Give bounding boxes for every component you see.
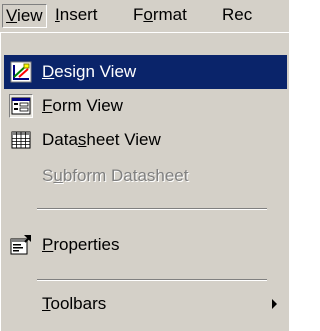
- submenu-arrow-icon: [272, 299, 277, 309]
- datasheet-view-label: Datasheet View: [42, 130, 161, 149]
- properties-label: Properties: [42, 235, 120, 254]
- datasheet-view-icon: [9, 128, 33, 152]
- menu-view[interactable]: View: [2, 4, 47, 28]
- design-view-icon: [9, 60, 33, 84]
- menu-insert[interactable]: Insert: [55, 4, 98, 28]
- menu-item-toolbars[interactable]: Toolbars: [4, 287, 287, 321]
- view-dropdown-menu: Design View Form View Datasheet View Sub…: [0, 32, 289, 331]
- menu-item-form-view[interactable]: Form View: [4, 89, 287, 123]
- menu-records-label: Rec: [222, 5, 253, 24]
- form-view-icon: [9, 94, 33, 118]
- menu-item-subform-datasheet[interactable]: Subform Datasheet: [4, 159, 287, 193]
- menu-item-properties[interactable]: Properties: [4, 228, 287, 262]
- menu-item-datasheet-view[interactable]: Datasheet View: [4, 123, 287, 157]
- menu-bar: View Insert Format Rec: [0, 0, 289, 32]
- design-view-label: Design View: [42, 62, 137, 81]
- toolbars-label: Toolbars: [42, 294, 107, 313]
- menu-separator: [37, 208, 267, 210]
- menu-separator: [37, 279, 267, 281]
- menu-view-label: iew: [17, 6, 43, 25]
- menu-format-label: rmat: [152, 5, 187, 24]
- subform-datasheet-label: Subform Datasheet: [42, 166, 189, 185]
- menu-item-design-view[interactable]: Design View: [4, 55, 287, 89]
- menu-format[interactable]: Format: [133, 4, 187, 28]
- properties-icon: [9, 233, 33, 257]
- menu-view-accel: V: [6, 6, 18, 25]
- menu-format-accel: o: [143, 5, 153, 24]
- form-view-label: Form View: [42, 96, 123, 115]
- menu-records[interactable]: Rec: [222, 4, 252, 28]
- menu-insert-label: nsert: [59, 5, 98, 24]
- menu-format-prefix: F: [133, 5, 144, 24]
